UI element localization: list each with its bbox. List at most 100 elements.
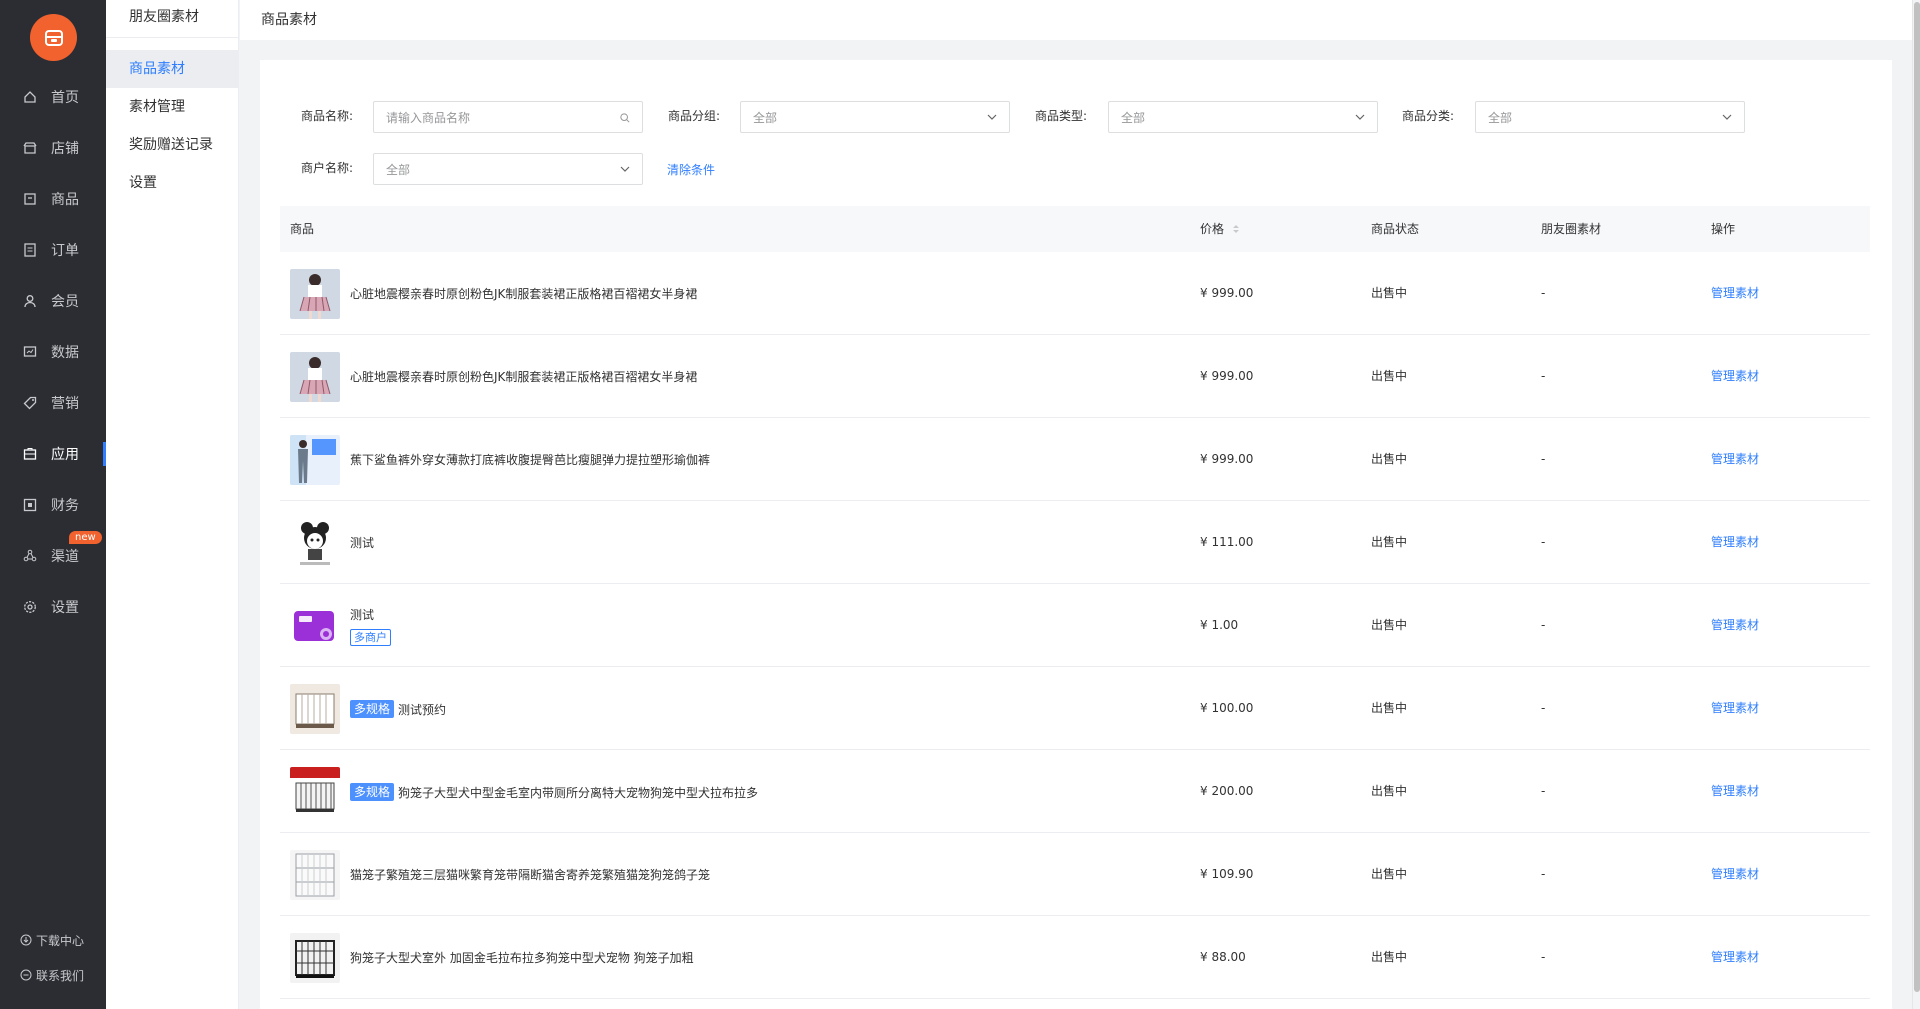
product-status: 出售中 bbox=[1371, 535, 1408, 549]
nav-item-order[interactable]: 订单 bbox=[0, 230, 106, 270]
product-name[interactable]: 多规格 狗笼子大型犬中型金毛室内带厕所分离特大宠物狗笼中型犬拉布拉多 bbox=[350, 783, 758, 801]
table-row: 测试 ¥ 111.00 出售中 - 管理素材 bbox=[280, 501, 1870, 584]
manage-material-link[interactable]: 管理素材 bbox=[1711, 833, 1759, 916]
product-thumbnail[interactable] bbox=[290, 269, 340, 319]
multi-merchant-tag: 多商户 bbox=[350, 629, 391, 646]
product-name[interactable]: 测试 bbox=[350, 606, 374, 623]
manage-material-link[interactable]: 管理素材 bbox=[1711, 418, 1759, 501]
product-group-select[interactable]: 全部 bbox=[740, 101, 1010, 133]
column-header-price[interactable]: 价格 bbox=[1200, 206, 1240, 252]
product-material: - bbox=[1541, 618, 1546, 632]
page-scrollbar[interactable] bbox=[1912, 0, 1920, 1009]
nav-item-gear[interactable]: 设置 bbox=[0, 587, 106, 627]
nav-item-member[interactable]: 会员 bbox=[0, 281, 106, 321]
product-material: - bbox=[1541, 867, 1546, 881]
contact-us-link[interactable]: 联系我们 bbox=[0, 961, 106, 989]
product-name-input[interactable]: 请输入商品名称 bbox=[373, 101, 643, 133]
subnav-item[interactable]: 设置 bbox=[106, 164, 238, 202]
product-name-text: 蕉下鲨鱼裤外穿女薄款打底裤收腹提臀芭比瘦腿弹力提拉塑形瑜伽裤 bbox=[350, 453, 711, 467]
product-material: - bbox=[1541, 452, 1546, 466]
data-icon bbox=[23, 345, 37, 359]
column-header-action: 操作 bbox=[1711, 222, 1736, 236]
product-status: 出售中 bbox=[1371, 867, 1408, 881]
manage-material-link[interactable]: 管理素材 bbox=[1711, 501, 1759, 584]
table-row: 多规格 测试预约 ¥ 100.00 出售中 - 管理素材 bbox=[280, 667, 1870, 750]
product-name[interactable]: 心脏地震樱亲春时原创粉色JK制服套装裙正版格裙百褶裙女半身裙 bbox=[350, 285, 697, 302]
table-row: 测试 多商户 ¥ 1.00 出售中 - 管理素材 bbox=[280, 584, 1870, 667]
product-name-text: 测试预约 bbox=[398, 702, 447, 717]
subnav-item[interactable]: 商品素材 bbox=[106, 50, 238, 88]
product-thumbnail[interactable] bbox=[290, 850, 340, 900]
manage-material-link[interactable]: 管理素材 bbox=[1711, 252, 1759, 335]
product-name-text: 测试 bbox=[350, 536, 375, 550]
product-status: 出售中 bbox=[1371, 286, 1408, 300]
product-thumbnail[interactable] bbox=[290, 435, 340, 485]
order-icon bbox=[23, 243, 37, 257]
manage-material-link[interactable]: 管理素材 bbox=[1711, 750, 1759, 833]
product-thumbnail[interactable] bbox=[290, 684, 340, 734]
scrollbar-thumb[interactable] bbox=[1914, 2, 1920, 992]
product-type-select[interactable]: 全部 bbox=[1108, 101, 1378, 133]
download-center-link[interactable]: 下载中心 bbox=[0, 926, 106, 954]
download-icon bbox=[20, 934, 32, 946]
nav-item-channel[interactable]: 渠道 new bbox=[0, 531, 106, 576]
secondary-sidebar: 朋友圈素材 商品素材 素材管理 奖励赠送记录 设置 bbox=[106, 0, 239, 1009]
product-name[interactable]: 狗笼子大型犬室外 加固金毛拉布拉多狗笼中型犬宠物 狗笼子加粗 bbox=[350, 949, 694, 966]
merchant-name-select[interactable]: 全部 bbox=[373, 153, 643, 185]
sort-icon[interactable] bbox=[1232, 207, 1240, 253]
nav-item-label: 首页 bbox=[51, 90, 79, 106]
page-header: 商品素材 bbox=[240, 0, 1912, 40]
product-name-text: 心脏地震樱亲春时原创粉色JK制服套装裙正版格裙百褶裙女半身裙 bbox=[350, 287, 698, 301]
merchant-name-value: 全部 bbox=[386, 162, 411, 177]
download-center-label: 下载中心 bbox=[36, 933, 85, 948]
product-name[interactable]: 蕉下鲨鱼裤外穿女薄款打底裤收腹提臀芭比瘦腿弹力提拉塑形瑜伽裤 bbox=[350, 451, 710, 468]
product-name[interactable]: 猫笼子繁殖笼三层猫咪繁育笼带隔断猫舍寄养笼繁殖猫笼狗笼鸽子笼 bbox=[350, 866, 710, 883]
nav-item-data[interactable]: 数据 bbox=[0, 332, 106, 372]
product-thumbnail[interactable] bbox=[290, 518, 340, 568]
product-price: ¥ 999.00 bbox=[1200, 452, 1254, 466]
product-thumbnail[interactable] bbox=[290, 933, 340, 983]
nav-item-home[interactable]: 首页 bbox=[0, 77, 106, 117]
product-material: - bbox=[1541, 701, 1546, 715]
product-material: - bbox=[1541, 784, 1546, 798]
product-name-text: 猫笼子繁殖笼三层猫咪繁育笼带隔断猫舍寄养笼繁殖猫笼狗笼鸽子笼 bbox=[350, 868, 711, 882]
product-name-text: 狗笼子大型犬中型金毛室内带厕所分离特大宠物狗笼中型犬拉布拉多 bbox=[398, 785, 759, 800]
product-material: - bbox=[1541, 369, 1546, 383]
store-logo-icon[interactable] bbox=[30, 14, 77, 61]
nav-item-label: 订单 bbox=[51, 243, 79, 259]
product-thumbnail[interactable] bbox=[290, 352, 340, 402]
manage-material-link[interactable]: 管理素材 bbox=[1711, 667, 1759, 750]
clear-filters-link[interactable]: 清除条件 bbox=[667, 161, 715, 178]
product-status: 出售中 bbox=[1371, 452, 1408, 466]
goods-icon bbox=[23, 192, 37, 206]
subnav-item[interactable]: 奖励赠送记录 bbox=[106, 126, 238, 164]
product-category-select[interactable]: 全部 bbox=[1475, 101, 1745, 133]
subnav-item[interactable]: 素材管理 bbox=[106, 88, 238, 126]
nav-item-goods[interactable]: 商品 bbox=[0, 179, 106, 219]
product-type-label: 商品类型: bbox=[1034, 109, 1087, 123]
product-name-text: 心脏地震樱亲春时原创粉色JK制服套装裙正版格裙百褶裙女半身裙 bbox=[350, 370, 698, 384]
manage-material-link[interactable]: 管理素材 bbox=[1711, 916, 1759, 999]
nav-item-finance[interactable]: 财务 bbox=[0, 485, 106, 525]
product-price: ¥ 109.90 bbox=[1200, 867, 1254, 881]
nav-item-tag[interactable]: 营销 bbox=[0, 383, 106, 423]
table-row: 狗笼子大型犬室外 加固金毛拉布拉多狗笼中型犬宠物 狗笼子加粗 ¥ 88.00 出售中… bbox=[280, 916, 1870, 999]
shop-icon bbox=[23, 141, 37, 155]
product-name[interactable]: 多规格 测试预约 bbox=[350, 700, 446, 718]
nav-item-app[interactable]: 应用 bbox=[0, 434, 106, 474]
manage-material-link[interactable]: 管理素材 bbox=[1711, 335, 1759, 418]
product-price: ¥ 100.00 bbox=[1200, 701, 1254, 715]
nav-item-label: 设置 bbox=[51, 600, 79, 616]
product-thumbnail[interactable] bbox=[290, 601, 340, 651]
product-name[interactable]: 心脏地震樱亲春时原创粉色JK制服套装裙正版格裙百褶裙女半身裙 bbox=[350, 368, 697, 385]
column-header-product: 商品 bbox=[290, 222, 315, 236]
product-thumbnail[interactable] bbox=[290, 767, 340, 817]
product-name[interactable]: 测试 bbox=[350, 534, 374, 551]
product-name-placeholder: 请输入商品名称 bbox=[386, 110, 471, 125]
search-icon[interactable] bbox=[620, 112, 630, 123]
gear-icon bbox=[23, 600, 37, 614]
manage-material-link[interactable]: 管理素材 bbox=[1711, 584, 1759, 667]
product-category-value: 全部 bbox=[1488, 110, 1513, 125]
table-row: 心脏地震樱亲春时原创粉色JK制服套装裙正版格裙百褶裙女半身裙 ¥ 999.00 出售… bbox=[280, 252, 1870, 335]
nav-item-shop[interactable]: 店铺 bbox=[0, 128, 106, 168]
